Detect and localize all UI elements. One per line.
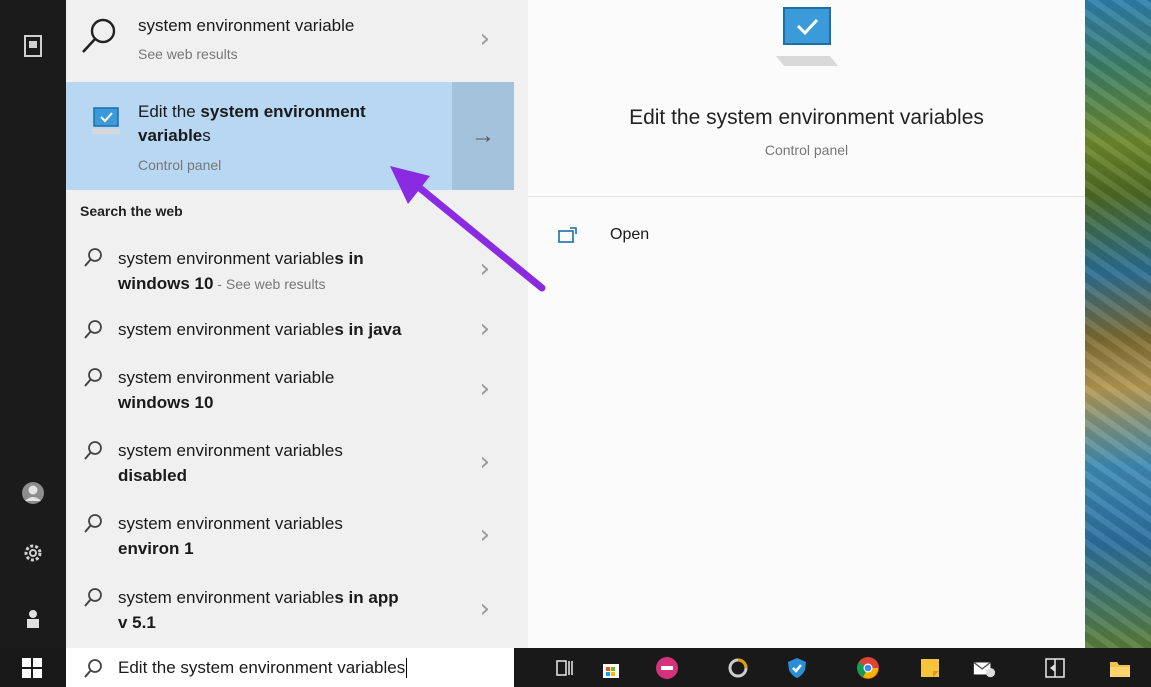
search-icon bbox=[84, 514, 102, 533]
preview-panel: Edit the system environment variables Co… bbox=[514, 0, 1085, 648]
top-web-result[interactable]: system environment variable See web resu… bbox=[66, 6, 514, 78]
web-result[interactable]: system environment variables disabled › bbox=[66, 435, 514, 497]
open-action[interactable]: Open bbox=[558, 224, 708, 250]
web-result[interactable]: system environment variables environ 1 › bbox=[66, 508, 514, 570]
preview-card: Edit the system environment variables Co… bbox=[528, 0, 1085, 648]
remote-icon[interactable] bbox=[1043, 656, 1067, 680]
top-result-subtitle: See web results bbox=[138, 46, 238, 62]
search-icon bbox=[82, 18, 116, 53]
task-view-icon[interactable] bbox=[553, 656, 577, 680]
search-icon bbox=[84, 248, 102, 267]
open-label: Open bbox=[610, 226, 650, 243]
control-panel-monitor-icon bbox=[776, 7, 838, 66]
chevron-right-icon[interactable]: › bbox=[480, 520, 490, 550]
sticky-notes-icon[interactable] bbox=[918, 656, 942, 680]
open-window-icon bbox=[558, 227, 577, 243]
divider bbox=[528, 196, 1085, 197]
search-icon bbox=[84, 659, 102, 678]
chevron-right-icon[interactable]: › bbox=[480, 594, 490, 624]
chevron-right-icon[interactable]: › bbox=[480, 314, 490, 344]
windows-start-icon[interactable] bbox=[20, 656, 44, 680]
taskbar-search-box[interactable]: Edit the system environment variables bbox=[66, 648, 514, 687]
search-results-panel: system environment variable See web resu… bbox=[66, 0, 514, 648]
web-result[interactable]: system environment variables in java › bbox=[66, 314, 514, 350]
mail-icon[interactable] bbox=[972, 656, 996, 680]
chevron-right-icon[interactable]: › bbox=[480, 374, 490, 404]
annotation-arrow-icon bbox=[390, 166, 546, 292]
chrome-icon[interactable] bbox=[856, 656, 880, 680]
settings-gear-icon[interactable] bbox=[20, 540, 46, 566]
search-input[interactable]: Edit the system environment variables bbox=[118, 658, 408, 678]
search-icon bbox=[84, 320, 102, 339]
shield-icon[interactable] bbox=[785, 656, 809, 680]
desktop-wallpaper bbox=[1085, 0, 1151, 648]
app-pink-icon[interactable] bbox=[655, 656, 679, 680]
loading-circle-icon[interactable] bbox=[726, 656, 750, 680]
user-avatar-icon[interactable] bbox=[20, 480, 46, 506]
best-match-title: Edit the system environment variables bbox=[138, 102, 366, 145]
chevron-right-icon[interactable]: › bbox=[480, 24, 490, 54]
web-result[interactable]: system environment variable windows 10 › bbox=[66, 362, 514, 424]
control-panel-monitor-icon bbox=[92, 107, 120, 134]
arrow-right-icon: → bbox=[471, 122, 495, 149]
top-result-title: system environment variable bbox=[138, 16, 355, 35]
start-left-rail bbox=[0, 0, 66, 687]
document-icon[interactable] bbox=[20, 33, 46, 59]
preview-subtitle: Control panel bbox=[764, 142, 849, 158]
file-explorer-icon[interactable] bbox=[1108, 656, 1132, 680]
chevron-right-icon[interactable]: › bbox=[480, 447, 490, 477]
search-icon bbox=[84, 441, 102, 460]
best-match-subtitle: Control panel bbox=[138, 157, 222, 173]
preview-title: Edit the system environment variables bbox=[629, 106, 984, 129]
search-icon bbox=[84, 588, 102, 607]
store-icon[interactable] bbox=[599, 656, 623, 680]
search-icon bbox=[84, 368, 102, 387]
section-heading: Search the web bbox=[80, 203, 183, 219]
web-result[interactable]: system environment variables in app v 5.1… bbox=[66, 582, 514, 644]
power-user-icon[interactable] bbox=[20, 606, 46, 632]
